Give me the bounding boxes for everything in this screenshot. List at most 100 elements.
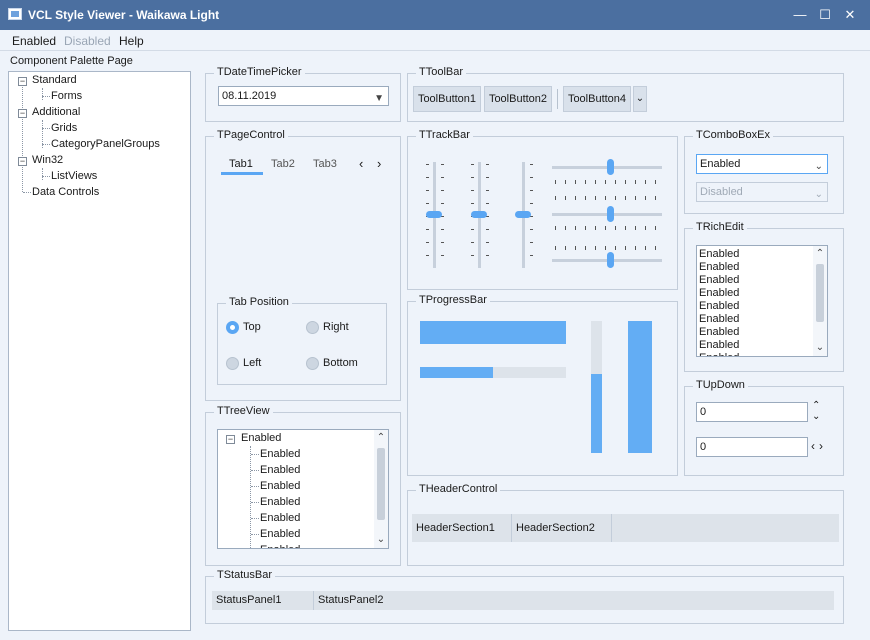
title-bar[interactable]: VCL Style Viewer - Waikawa Light — ☐ ✕ — [0, 0, 870, 30]
trackbar-tick — [426, 190, 429, 191]
tree-item-categorypanelgroups[interactable]: CategoryPanelGroups — [51, 138, 160, 150]
trackbar-tick — [575, 226, 576, 230]
trackbar-tick — [426, 242, 429, 243]
radio-bottom[interactable] — [306, 357, 319, 370]
close-button[interactable]: ✕ — [842, 7, 858, 23]
trackbar-tick — [486, 229, 489, 230]
tree-root[interactable]: Enabled — [241, 432, 281, 444]
status-panel-1: StatusPanel1 — [212, 591, 314, 610]
scrollbar[interactable]: ⌃ ⌄ — [813, 246, 827, 356]
toolbutton-1[interactable]: ToolButton1 — [413, 86, 481, 112]
palette-tree[interactable]: − Standard Forms − Additional Grids Cate… — [8, 71, 191, 631]
tree-child[interactable]: Enabled — [260, 464, 300, 476]
richedit-memo[interactable]: Enabled Enabled Enabled Enabled Enabled Enabl… — [696, 245, 828, 357]
scrollbar[interactable]: ⌃ ⌄ — [374, 430, 388, 548]
chevron-down-icon[interactable]: ⌄ — [815, 158, 823, 176]
tree-item-forms[interactable]: Forms — [51, 90, 82, 102]
chevron-up-icon[interactable]: ⌃ — [376, 432, 386, 443]
trackbar-tick — [530, 177, 533, 178]
trackbar-tick — [625, 180, 626, 184]
tree-child[interactable]: Enabled — [260, 448, 300, 460]
progress-h1-fill — [420, 321, 566, 344]
combobox-enabled[interactable]: Enabled ⌄ — [696, 154, 828, 174]
expand-icon[interactable]: − — [18, 77, 27, 86]
chevron-left-icon[interactable]: ‹ — [359, 156, 363, 171]
tree-item-additional[interactable]: Additional — [32, 106, 80, 118]
tree-item-listviews[interactable]: ListViews — [51, 170, 97, 182]
trackbar-thumb[interactable] — [607, 252, 614, 268]
trackbar-tick — [585, 226, 586, 230]
tree-item-standard[interactable]: Standard — [32, 74, 77, 86]
trackbar-tick — [595, 246, 596, 250]
trackbar-tick — [635, 246, 636, 250]
radio-top[interactable] — [226, 321, 239, 334]
datetime-input[interactable]: 08.11.2019 ▼ — [218, 86, 389, 106]
trackbar-tick — [645, 246, 646, 250]
trackbar-tick — [645, 226, 646, 230]
radio-left[interactable] — [226, 357, 239, 370]
tab-indicator — [221, 172, 263, 175]
menu-help[interactable]: Help — [119, 34, 144, 48]
chevron-down-icon[interactable]: ⌄ — [633, 86, 647, 112]
header-section-2[interactable]: HeaderSection2 — [512, 514, 612, 542]
tree-child[interactable]: Enabled — [260, 544, 300, 548]
updown-input-1[interactable]: 0 — [696, 402, 808, 422]
toolbutton-2[interactable]: ToolButton2 — [484, 86, 552, 112]
expand-icon[interactable]: − — [18, 157, 27, 166]
trackbar-tick — [615, 180, 616, 184]
chevron-down-icon[interactable]: ▼ — [374, 90, 384, 108]
trackbar-tick — [471, 190, 474, 191]
trackbar-tick — [441, 177, 444, 178]
tree-item-data-controls[interactable]: Data Controls — [32, 186, 99, 198]
expand-icon[interactable]: − — [226, 435, 235, 444]
scroll-thumb[interactable] — [816, 264, 824, 322]
header-section-1[interactable]: HeaderSection1 — [412, 514, 512, 542]
chevron-down-icon[interactable]: ⌄ — [376, 534, 386, 545]
trackbar-thumb[interactable] — [607, 159, 614, 175]
trackbar-tick — [486, 242, 489, 243]
scroll-thumb[interactable] — [377, 448, 385, 520]
tree-item-grids[interactable]: Grids — [51, 122, 77, 134]
menu-disabled[interactable]: Disabled — [64, 34, 111, 48]
trackbar-thumb[interactable] — [515, 211, 531, 218]
chevron-down-icon[interactable]: ⌄ — [815, 342, 825, 353]
expand-icon[interactable]: − — [18, 109, 27, 118]
trackbar-tick — [530, 229, 533, 230]
chevron-right-icon[interactable]: › — [377, 156, 381, 171]
chevron-left-icon[interactable]: ‹ — [811, 439, 815, 453]
tree-child[interactable]: Enabled — [260, 528, 300, 540]
radio-right[interactable] — [306, 321, 319, 334]
updown-input-2[interactable]: 0 — [696, 437, 808, 457]
trackbar-tick — [441, 242, 444, 243]
combobox-value: Enabled — [700, 158, 741, 170]
trackbar-tick — [635, 196, 636, 200]
trackbar-tick — [595, 226, 596, 230]
trackbar-thumb[interactable] — [426, 211, 442, 218]
trackbar-thumb[interactable] — [471, 211, 487, 218]
trackbar-tick — [585, 196, 586, 200]
menu-bar: Enabled Disabled Help — [0, 30, 870, 51]
minimize-button[interactable]: — — [792, 7, 808, 23]
group-title: Tab Position — [226, 296, 292, 308]
trackbar-tick — [441, 164, 444, 165]
tab-1[interactable]: Tab1 — [229, 158, 253, 170]
chevron-down-icon[interactable]: ⌄ — [812, 411, 820, 422]
menu-enabled[interactable]: Enabled — [12, 34, 56, 48]
maximize-button[interactable]: ☐ — [817, 7, 833, 23]
chevron-up-icon[interactable]: ⌃ — [815, 248, 825, 259]
group-title: TStatusBar — [214, 569, 276, 581]
window-title: VCL Style Viewer - Waikawa Light — [28, 8, 220, 22]
tree-item-win32[interactable]: Win32 — [32, 154, 63, 166]
treeview[interactable]: − Enabled Enabled Enabled Enabled Enabled En… — [217, 429, 389, 549]
tree-child[interactable]: Enabled — [260, 496, 300, 508]
progress-v2-fill — [628, 321, 652, 453]
trackbar-thumb[interactable] — [607, 206, 614, 222]
toolbutton-4[interactable]: ToolButton4 — [563, 86, 631, 112]
chevron-down-icon: ⌄ — [814, 189, 823, 200]
chevron-up-icon[interactable]: ⌃ — [812, 400, 820, 411]
tab-2[interactable]: Tab2 — [271, 158, 295, 170]
tree-child[interactable]: Enabled — [260, 480, 300, 492]
tree-child[interactable]: Enabled — [260, 512, 300, 524]
chevron-right-icon[interactable]: › — [819, 439, 823, 453]
tab-3[interactable]: Tab3 — [313, 158, 337, 170]
